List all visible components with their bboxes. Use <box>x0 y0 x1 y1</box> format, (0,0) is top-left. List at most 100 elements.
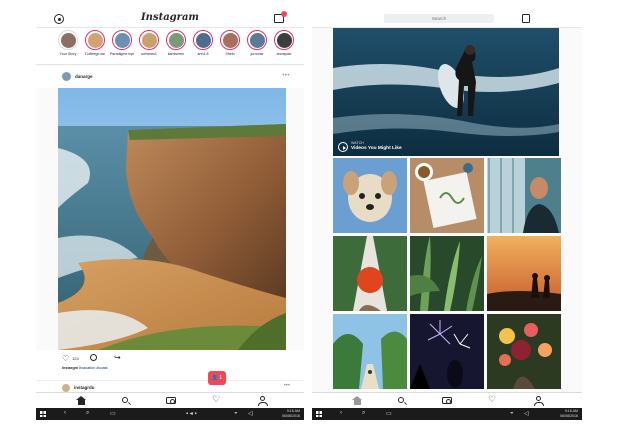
story-avatar <box>168 32 184 48</box>
volume-icon[interactable]: ◁ <box>248 410 253 417</box>
grid-tile-man-window[interactable] <box>487 158 561 233</box>
stories-tray: Your Story Coffeegrl.we Paradigme.inps u… <box>36 28 304 65</box>
grid-tile-flowers[interactable] <box>487 314 561 389</box>
task-view-icon[interactable]: ▭ <box>386 410 392 417</box>
grid-tile-sunset[interactable] <box>487 236 561 311</box>
back-icon[interactable]: ‹ <box>64 410 66 416</box>
grid-tile-dog[interactable] <box>333 158 407 233</box>
app-logo: Instagram <box>141 12 199 23</box>
camera-icon[interactable] <box>166 396 176 406</box>
story-item[interactable]: annapolo <box>272 30 296 56</box>
more-options-icon[interactable]: ••• <box>282 73 290 79</box>
home-icon[interactable] <box>76 396 86 406</box>
home-icon[interactable] <box>352 396 362 406</box>
person-icon: 👤 <box>211 375 219 381</box>
camera-icon[interactable] <box>442 396 452 406</box>
story-avatar <box>141 32 157 48</box>
story-name: juronnie <box>250 52 264 56</box>
profile-glyph <box>534 396 544 406</box>
story-name: Sheln <box>225 52 235 56</box>
post-username[interactable]: instagrdu <box>74 385 95 390</box>
back-icon[interactable]: ‹ <box>340 410 342 416</box>
grid-tile-balloon[interactable] <box>333 236 407 311</box>
windows-logo-icon[interactable] <box>316 411 322 417</box>
story-ring <box>112 30 132 50</box>
share-arrow-icon[interactable]: ↪ <box>114 353 121 362</box>
grid-tile-tropical[interactable] <box>333 314 407 389</box>
story-item[interactable]: Paradigme.inps <box>110 30 134 56</box>
clock-date: 06/08/2016 <box>282 413 300 418</box>
notification-dot <box>281 11 287 17</box>
post-photo[interactable] <box>58 88 286 350</box>
story-item[interactable]: juronnie <box>245 30 269 56</box>
avatar[interactable] <box>62 384 70 392</box>
story-item[interactable]: unhanes1 <box>137 30 161 56</box>
network-icon[interactable]: ◒ <box>510 410 514 416</box>
story-item[interactable]: Sheln <box>218 30 242 56</box>
profile-glyph <box>258 396 268 406</box>
search-icon[interactable]: ⌕ <box>362 410 365 417</box>
surfer-video-thumbnail <box>333 28 559 156</box>
story-item[interactable]: kamisreen <box>164 30 188 56</box>
notification-count: 1 <box>219 375 223 381</box>
fireworks-photo <box>410 314 484 389</box>
story-ring <box>247 30 267 50</box>
task-view-icon[interactable]: ▭ <box>110 410 116 417</box>
igtv-icon[interactable] <box>522 14 530 23</box>
post-caption: instargm #vacation #coast <box>62 366 108 370</box>
camera-body <box>166 397 176 404</box>
story-ring <box>58 30 78 50</box>
search-icon[interactable] <box>121 396 131 406</box>
search-icon[interactable]: ⌕ <box>86 410 89 417</box>
bottom-nav: ♡ <box>312 392 582 408</box>
search-icon[interactable] <box>397 396 407 406</box>
profile-icon[interactable] <box>257 396 268 406</box>
camera-body <box>442 397 452 404</box>
clock[interactable]: 9:16 AM 06/08/2016 <box>560 409 578 418</box>
story-item[interactable]: Your Story <box>56 30 80 56</box>
story-name: Coffeegrl.we <box>84 52 106 56</box>
search-input[interactable] <box>384 14 494 23</box>
grid-tile-fireworks[interactable] <box>410 314 484 389</box>
story-avatar <box>249 32 265 48</box>
comment-icon[interactable] <box>90 354 97 361</box>
tropical-path-photo <box>333 314 407 389</box>
story-item[interactable]: ann1.8 <box>191 30 215 56</box>
grid-tile-notebook[interactable] <box>410 158 484 233</box>
green-plants-photo <box>410 236 484 311</box>
post-username[interactable]: danarge <box>75 74 93 79</box>
story-item[interactable]: Coffeegrl.we <box>83 30 107 56</box>
story-avatar <box>60 32 76 48</box>
story-avatar <box>195 32 211 48</box>
more-options-icon[interactable]: ••• <box>284 383 290 389</box>
network-icon[interactable]: ◒ <box>234 410 238 416</box>
story-ring <box>193 30 213 50</box>
avatar[interactable] <box>62 72 71 81</box>
video-suggestion-card[interactable]: WATCH Videos You Might Like <box>333 28 559 156</box>
play-icon[interactable] <box>338 142 348 152</box>
like-heart-icon[interactable]: ♡ <box>62 354 69 363</box>
profile-icon[interactable] <box>533 396 544 406</box>
heart-icon[interactable]: ♡ <box>212 394 222 406</box>
activity-notification-badge[interactable]: 👤 1 <box>208 371 226 385</box>
search-lens <box>122 397 128 403</box>
grid-tile-plants[interactable] <box>410 236 484 311</box>
coastal-cliff-photo <box>58 88 286 350</box>
volume-icon[interactable]: ◁ <box>524 410 529 417</box>
heart-icon[interactable]: ♡ <box>488 394 498 406</box>
windows-logo-icon[interactable] <box>40 411 46 417</box>
tray-icons[interactable]: ▪ ◂ ▪ <box>186 410 197 417</box>
caption-username[interactable]: instargm <box>62 366 78 370</box>
story-name: ann1.8 <box>197 52 209 56</box>
home-body <box>353 400 361 405</box>
explore-topbar <box>312 10 582 28</box>
video-title: Videos You Might Like <box>351 146 402 151</box>
story-ring <box>274 30 294 50</box>
story-name: annapolo <box>276 52 292 56</box>
clock-date: 06/08/2016 <box>560 413 578 418</box>
story-name: Paradigme.inps <box>110 52 134 56</box>
red-balloon-photo <box>333 236 407 311</box>
story-name: Your Story <box>59 52 77 56</box>
clock[interactable]: 9:16 AM 06/08/2016 <box>282 409 300 418</box>
home-body <box>77 400 85 405</box>
